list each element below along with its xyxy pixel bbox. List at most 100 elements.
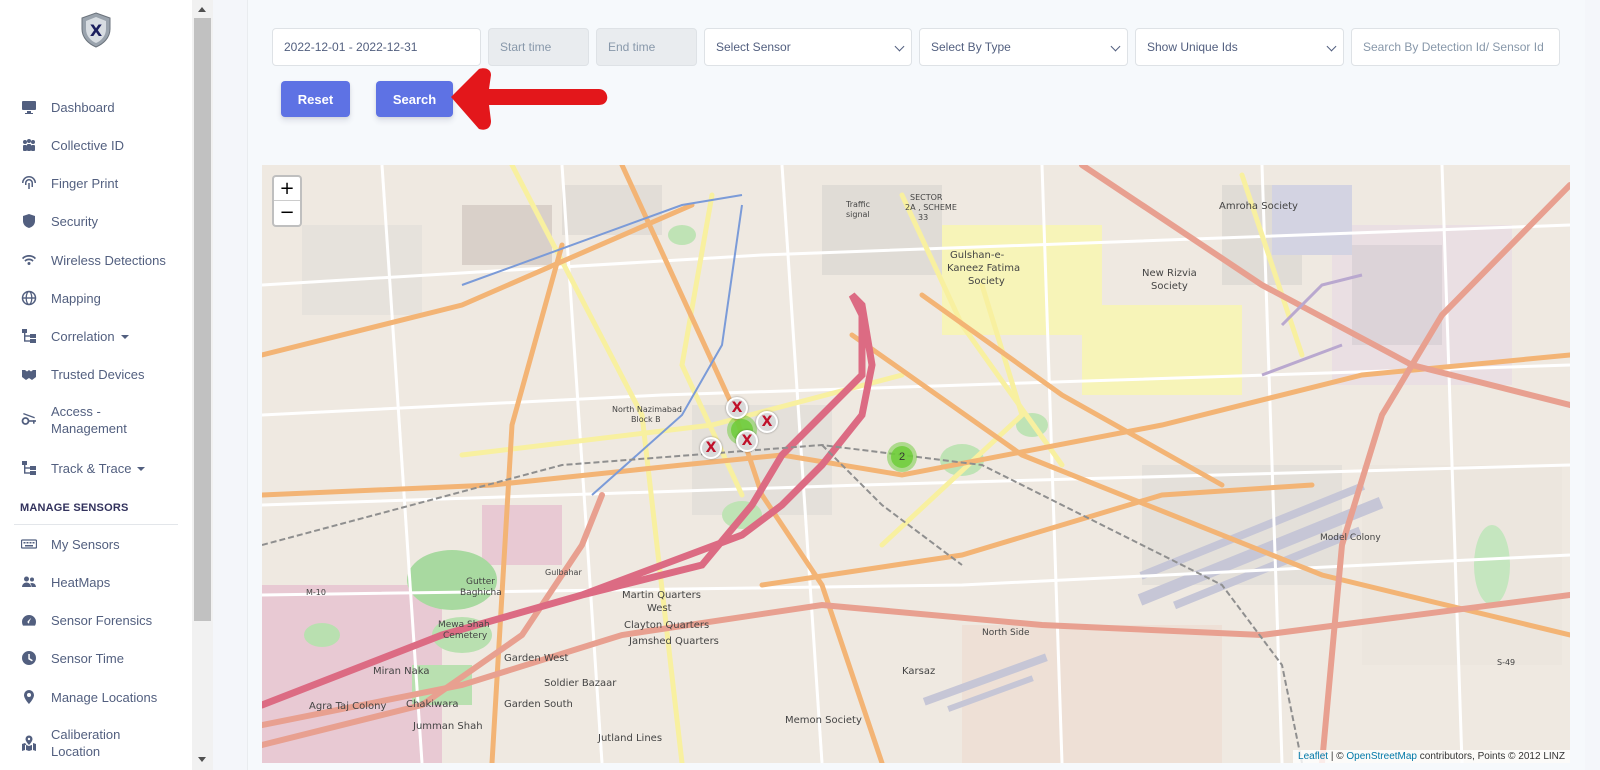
map-pin-icon <box>20 688 38 706</box>
map-label: Jumman Shah <box>413 721 483 732</box>
nav-label: Access - Management <box>51 404 127 436</box>
leaflet-link[interactable]: Leaflet <box>1298 751 1328 762</box>
nav-track-trace[interactable]: Track & Trace <box>0 456 192 480</box>
divider <box>14 524 178 525</box>
map-label: Garden West <box>504 653 569 664</box>
map-label: Karsaz <box>902 666 936 677</box>
map-label: Model Colony <box>1320 533 1381 543</box>
select-type-dropdown[interactable]: Select By Type <box>919 28 1128 66</box>
attribution-text: contributors, Points © 2012 LINZ <box>1417 751 1565 762</box>
nav-collective-id[interactable]: Collective ID <box>0 133 192 157</box>
unique-ids-dropdown[interactable]: Show Unique Ids <box>1135 28 1344 66</box>
map-label: Baghicha <box>460 588 502 598</box>
detection-marker[interactable]: X <box>736 430 758 452</box>
map-label: Traffic <box>846 200 871 209</box>
detection-marker[interactable]: X <box>700 437 722 459</box>
nav-label: My Sensors <box>51 536 120 552</box>
map-label: New Rizvia <box>1142 268 1197 279</box>
scroll-thumb[interactable] <box>194 18 211 621</box>
nav-trusted-devices[interactable]: Trusted Devices <box>0 362 192 386</box>
red-arrow-annotation <box>451 68 608 130</box>
map-label: 2A , SCHEME <box>905 203 957 212</box>
nav-label: Track & Trace <box>51 460 146 477</box>
handshake-icon <box>20 365 38 383</box>
attribution-separator: | © <box>1328 751 1347 762</box>
nav-label: Caliberation Location <box>51 727 121 759</box>
reset-button[interactable]: Reset <box>281 81 350 117</box>
nav-dashboard[interactable]: Dashboard <box>0 95 192 119</box>
nav-access-management[interactable]: Access - Management <box>0 403 192 439</box>
map-label: Agra Taj Colony <box>309 701 387 712</box>
map-label: Gulbahar <box>545 568 582 577</box>
nav-label: Finger Print <box>51 175 119 191</box>
svg-text:X: X <box>90 21 103 40</box>
map-label: Clayton Quarters <box>624 620 710 631</box>
date-range-value: 2022-12-01 - 2022-12-31 <box>284 40 418 54</box>
map-label: Mewa Shah <box>438 620 490 630</box>
nav-label: Correlation <box>51 328 129 345</box>
map-label: SECTOR <box>910 193 943 202</box>
openstreetmap-link[interactable]: OpenStreetMap <box>1346 751 1417 762</box>
map-location-icon <box>20 734 38 752</box>
map-label: 33 <box>918 213 929 222</box>
map-label: North Nazimabad <box>612 405 682 414</box>
map-label: Society <box>1151 281 1188 292</box>
sidebar: X Dashboard Collective ID Finger Print S… <box>0 0 192 770</box>
sidebar-scrollbar[interactable] <box>192 0 213 770</box>
nav-sensor-forensics[interactable]: Sensor Forensics <box>0 608 192 632</box>
map-label: Block B <box>631 415 661 424</box>
map-label: Gulshan-e- <box>950 250 1005 261</box>
diagram-icon <box>20 459 38 477</box>
detection-marker[interactable]: X <box>726 397 748 419</box>
nav-correlation[interactable]: Correlation <box>0 324 192 348</box>
nav-wireless-detections[interactable]: Wireless Detections <box>0 248 192 272</box>
nav-caliberation-location[interactable]: Caliberation Location <box>0 726 192 762</box>
nav-sensor-time[interactable]: Sensor Time <box>0 646 192 670</box>
marker-cluster[interactable]: 2 <box>887 442 917 472</box>
user-group-icon <box>20 573 38 591</box>
date-range-input[interactable]: 2022-12-01 - 2022-12-31 <box>272 28 481 66</box>
map-label: Memon Society <box>785 715 862 726</box>
unique-ids-value: Show Unique Ids <box>1147 40 1238 54</box>
nav-label: Security <box>51 213 98 229</box>
end-time-placeholder: End time <box>608 40 656 54</box>
map-attribution: Leaflet | © OpenStreetMap contributors, … <box>1293 750 1570 763</box>
diagram-icon <box>20 327 38 345</box>
nav-label: Wireless Detections <box>51 252 166 268</box>
detection-search-input[interactable]: Search By Detection Id/ Sensor Id <box>1351 28 1560 66</box>
zoom-in-button[interactable]: + <box>274 177 300 201</box>
start-time-placeholder: Start time <box>500 40 552 54</box>
wifi-icon <box>20 251 38 269</box>
end-time-input[interactable]: End time <box>596 28 697 66</box>
nav-heatmaps[interactable]: HeatMaps <box>0 570 192 594</box>
map-label: Jutland Lines <box>598 733 663 744</box>
nav-label: Collective ID <box>51 137 124 153</box>
nav-label: HeatMaps <box>51 574 111 590</box>
map-label: Chakiwara <box>406 699 459 710</box>
scroll-up-arrow-icon[interactable] <box>198 7 206 12</box>
shield-logo-icon[interactable]: X <box>80 12 112 48</box>
map-label: Soldier Bazaar <box>544 678 617 689</box>
scroll-down-arrow-icon[interactable] <box>198 757 206 762</box>
nav-finger-print[interactable]: Finger Print <box>0 171 192 195</box>
map-label: North Side <box>982 628 1030 638</box>
select-sensor-dropdown[interactable]: Select Sensor <box>704 28 912 66</box>
caret-down-icon <box>120 335 129 340</box>
nav-mapping[interactable]: Mapping <box>0 286 192 310</box>
detection-marker[interactable]: X <box>756 411 778 433</box>
monitor-icon <box>20 98 38 116</box>
nav-label: Dashboard <box>51 99 115 115</box>
nav-security[interactable]: Security <box>0 209 192 233</box>
leaflet-map[interactable]: Gulshan-e- Kaneez Fatima Society Amroha … <box>262 165 1570 763</box>
caret-down-icon <box>137 467 146 472</box>
map-label: West <box>647 603 672 614</box>
map-label: Martin Quarters <box>622 590 701 601</box>
start-time-input[interactable]: Start time <box>488 28 589 66</box>
fingerprint-icon <box>20 174 38 192</box>
zoom-out-button[interactable]: − <box>274 201 300 225</box>
search-button[interactable]: Search <box>376 81 453 117</box>
nav-manage-locations[interactable]: Manage Locations <box>0 685 192 709</box>
chevron-down-icon <box>1110 41 1121 52</box>
nav-my-sensors[interactable]: My Sensors <box>0 532 192 556</box>
users-icon <box>20 136 38 154</box>
